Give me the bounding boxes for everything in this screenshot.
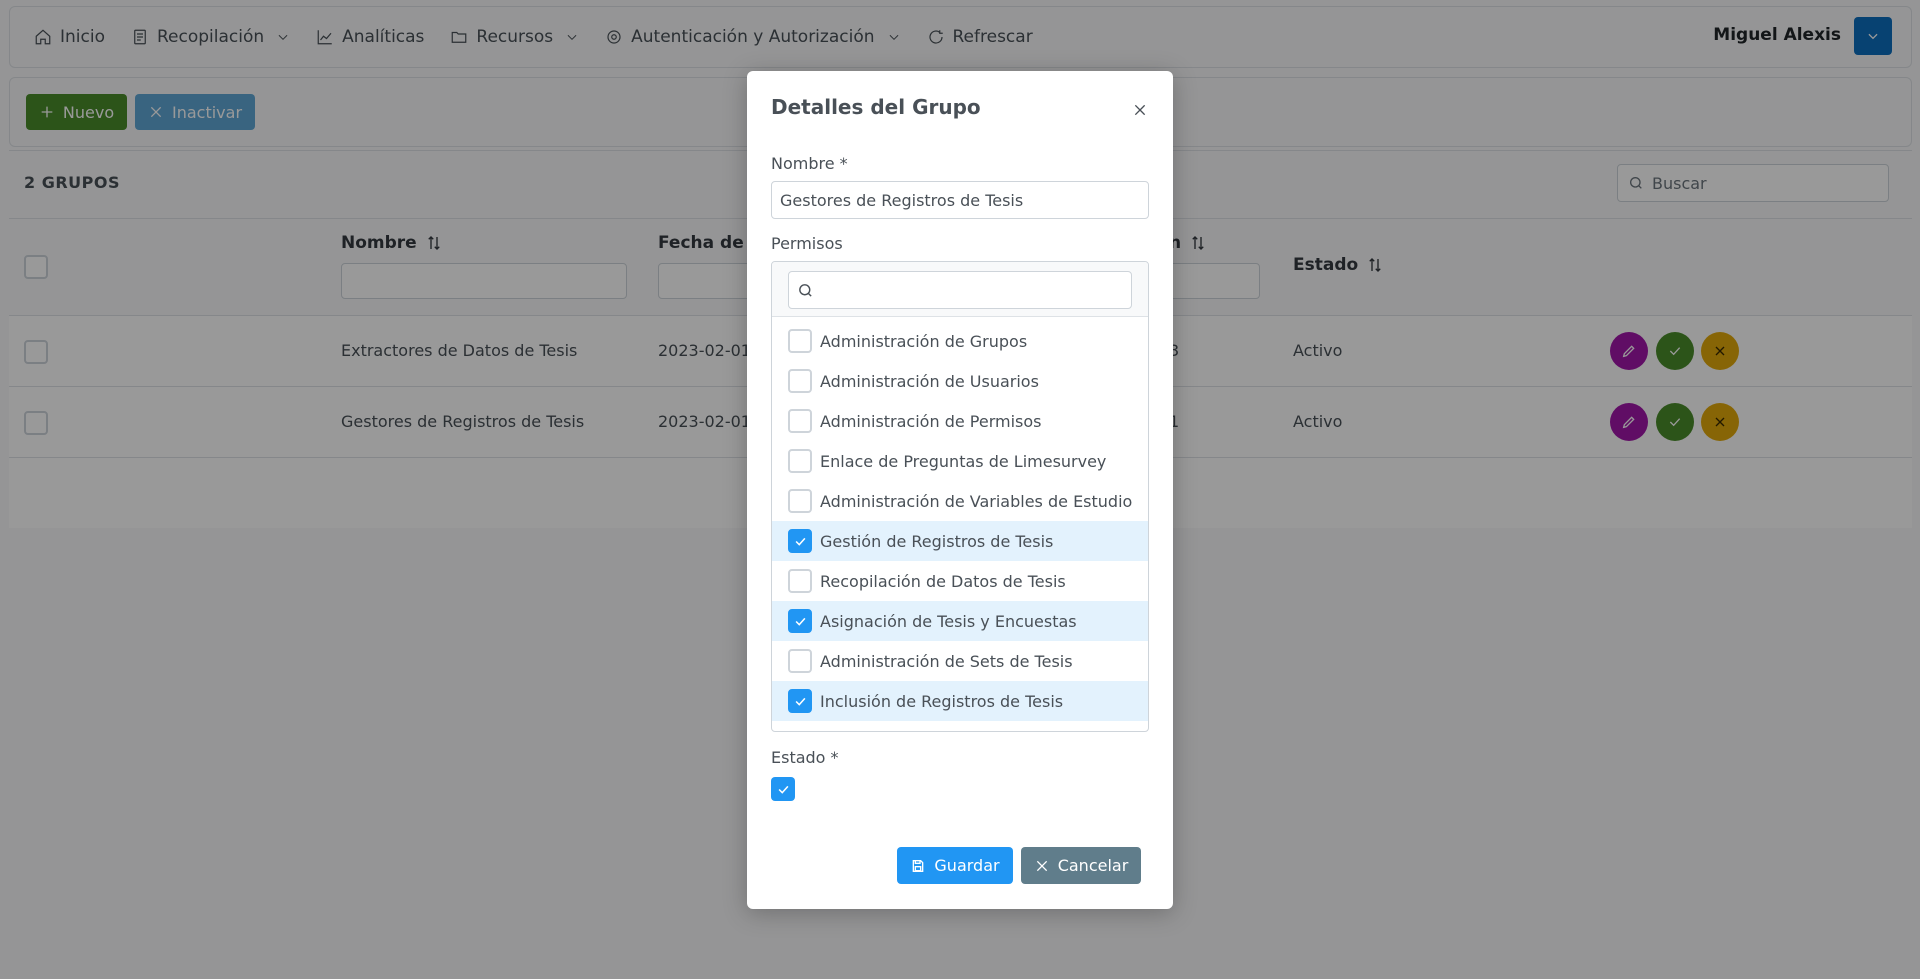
- check-icon: [795, 537, 805, 546]
- permission-item[interactable]: Recopilación de Datos de Tesis: [772, 561, 1148, 601]
- cancel-button[interactable]: Cancelar: [1021, 847, 1141, 884]
- group-details-dialog: Detalles del Grupo Nombre * Gestores de …: [747, 71, 1173, 909]
- permission-label: Recopilación de Datos de Tesis: [820, 571, 1066, 591]
- close-icon: [1134, 104, 1146, 116]
- dialog-title: Detalles del Grupo: [771, 95, 981, 119]
- permissions-filter-bar: [772, 262, 1148, 317]
- search-icon: [799, 283, 812, 297]
- permission-checkbox[interactable]: [788, 329, 812, 353]
- dialog-close-button[interactable]: [1129, 99, 1151, 121]
- permission-item[interactable]: Asignación de Tesis y Encuestas: [772, 601, 1148, 641]
- permission-label: Administración de Sets de Tesis: [820, 651, 1073, 671]
- permissions-listbox: Administración de Grupos Administración d…: [771, 261, 1149, 732]
- permission-label: Administración de Permisos: [820, 411, 1042, 431]
- permission-checkbox[interactable]: [788, 489, 812, 513]
- permission-label: Asignación de Tesis y Encuestas: [820, 611, 1077, 631]
- check-icon: [795, 697, 805, 706]
- permission-checkbox[interactable]: [788, 569, 812, 593]
- name-label: Nombre *: [771, 154, 848, 173]
- permission-item[interactable]: Administración de Variables de Estudio: [772, 481, 1148, 521]
- permission-label: Gestión de Registros de Tesis: [820, 531, 1054, 551]
- save-button[interactable]: Guardar: [897, 847, 1013, 884]
- name-input-value: Gestores de Registros de Tesis: [780, 190, 1024, 210]
- permission-item[interactable]: Administración de Sets de Tesis: [772, 641, 1148, 681]
- permission-item[interactable]: Administración de Grupos: [772, 321, 1148, 361]
- save-icon: [913, 859, 924, 872]
- permissions-label: Permisos: [771, 234, 843, 253]
- permission-label: Administración de Variables de Estudio: [820, 491, 1133, 511]
- permission-item[interactable]: Enlace de Preguntas de Limesurvey: [772, 441, 1148, 481]
- permission-label: Inclusión de Registros de Tesis: [820, 691, 1064, 711]
- permission-checkbox[interactable]: [788, 649, 812, 673]
- status-checkbox[interactable]: [771, 777, 795, 801]
- permission-label: Administración de Grupos: [820, 331, 1028, 351]
- permission-label: Enlace de Preguntas de Limesurvey: [820, 451, 1107, 471]
- permission-item[interactable]: Administración de Usuarios: [772, 361, 1148, 401]
- save-button-label: Guardar: [934, 856, 1000, 875]
- permission-item[interactable]: Administración de Permisos: [772, 401, 1148, 441]
- permission-checkbox[interactable]: [788, 449, 812, 473]
- cancel-button-label: Cancelar: [1057, 856, 1129, 875]
- permission-checkbox[interactable]: [788, 529, 812, 553]
- status-label: Estado *: [771, 748, 839, 767]
- name-input[interactable]: Gestores de Registros de Tesis: [771, 181, 1149, 219]
- permission-item[interactable]: Gestión de Registros de Tesis: [772, 521, 1148, 561]
- close-icon: [1036, 860, 1047, 871]
- permission-checkbox[interactable]: [788, 409, 812, 433]
- permission-checkbox[interactable]: [788, 689, 812, 713]
- permissions-filter-input[interactable]: [788, 271, 1132, 309]
- permission-checkbox[interactable]: [788, 609, 812, 633]
- permission-checkbox[interactable]: [788, 369, 812, 393]
- permission-label: Administración de Usuarios: [820, 371, 1039, 391]
- check-icon: [795, 617, 805, 626]
- permission-item[interactable]: Inclusión de Registros de Tesis: [772, 681, 1148, 721]
- check-icon: [778, 785, 788, 794]
